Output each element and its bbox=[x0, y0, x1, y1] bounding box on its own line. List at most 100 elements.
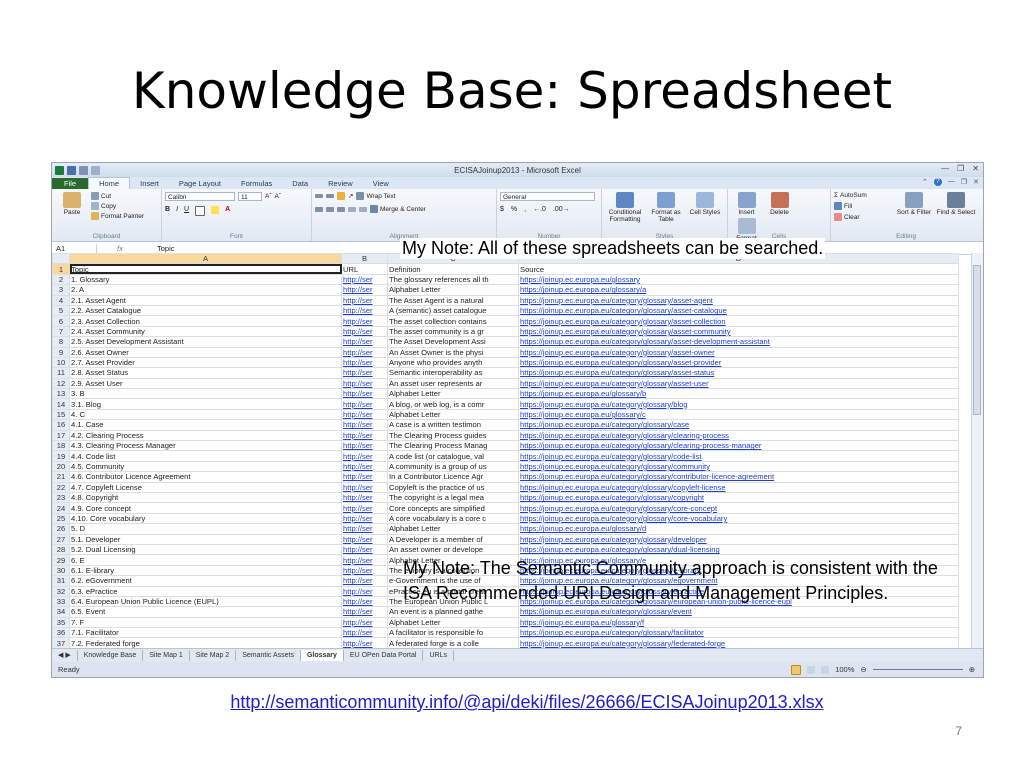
row-number[interactable]: 5 bbox=[52, 304, 70, 317]
row-number[interactable]: 15 bbox=[52, 408, 70, 421]
row-number[interactable]: 17 bbox=[52, 429, 70, 442]
sheet-tab[interactable]: URLs bbox=[423, 650, 454, 661]
cell[interactable]: https://joinup.ec.europa.eu/glossary/d bbox=[518, 523, 959, 535]
cell[interactable]: http://ser bbox=[341, 429, 388, 442]
find-select-button[interactable]: Find & Select bbox=[936, 192, 976, 221]
cell[interactable]: http://ser bbox=[341, 575, 388, 587]
cell[interactable]: https://joinup.ec.europa.eu/category/glo… bbox=[518, 356, 959, 369]
cell[interactable]: http://ser bbox=[341, 450, 388, 462]
cell[interactable]: http://ser bbox=[341, 336, 388, 348]
currency-icon[interactable]: $ bbox=[500, 206, 504, 213]
cell[interactable]: 2.3. Asset Collection bbox=[69, 315, 342, 327]
cell[interactable]: https://joinup.ec.europa.eu/category/glo… bbox=[518, 606, 959, 618]
cell[interactable]: http://ser bbox=[341, 606, 388, 618]
insert-cells-button[interactable]: Insert bbox=[731, 192, 762, 216]
sheet-tab[interactable]: Site Map 1 bbox=[143, 650, 190, 661]
cell[interactable]: http://ser bbox=[341, 273, 388, 286]
zoom-slider[interactable] bbox=[872, 669, 963, 670]
underline-icon[interactable]: U bbox=[184, 206, 189, 216]
row-number[interactable]: 9 bbox=[52, 346, 70, 358]
function-icon[interactable]: fx bbox=[97, 244, 157, 253]
fill-button[interactable]: Fill bbox=[834, 202, 892, 210]
cell[interactable]: Alphabet Letter bbox=[387, 388, 519, 400]
row-number[interactable]: 4 bbox=[52, 294, 70, 306]
source-file-link[interactable]: http://semanticommunity.info/@api/deki/f… bbox=[0, 692, 1024, 713]
font-name-select[interactable]: Calibri bbox=[165, 192, 235, 201]
scroll-thumb[interactable] bbox=[973, 265, 981, 415]
cell[interactable]: 2.6. Asset Owner bbox=[69, 346, 342, 358]
cell[interactable]: 6.2. eGovernment bbox=[69, 575, 342, 587]
cell[interactable]: Anyone who provides anyth bbox=[387, 356, 519, 369]
page-layout-view-icon[interactable] bbox=[807, 665, 816, 674]
wrap-text-button[interactable]: Wrap Text bbox=[356, 192, 395, 200]
cell[interactable]: http://ser bbox=[341, 284, 388, 296]
cell[interactable]: http://ser bbox=[341, 346, 388, 358]
cell[interactable]: http://ser bbox=[341, 367, 388, 379]
sheet-tab[interactable]: Semantic Assets bbox=[236, 650, 301, 661]
cell[interactable]: https://joinup.ec.europa.eu/category/glo… bbox=[518, 471, 959, 483]
cell[interactable]: 4.4. Code list bbox=[69, 450, 342, 462]
cell[interactable]: https://joinup.ec.europa.eu/category/glo… bbox=[518, 367, 959, 379]
cell[interactable]: http://ser bbox=[341, 616, 388, 629]
row-number[interactable]: 27 bbox=[52, 533, 70, 545]
row-number[interactable]: 3 bbox=[52, 284, 70, 296]
align-middle-icon[interactable] bbox=[326, 194, 334, 198]
row-number[interactable]: 25 bbox=[52, 512, 70, 525]
name-box[interactable]: A1 bbox=[52, 243, 97, 253]
cell[interactable]: Topic bbox=[69, 263, 342, 275]
cell[interactable]: http://ser bbox=[341, 491, 388, 504]
cell[interactable]: An Asset Owner is the physi bbox=[387, 346, 519, 358]
help-icon[interactable]: ? bbox=[933, 178, 942, 186]
row-number[interactable]: 29 bbox=[52, 554, 70, 566]
cell[interactable]: A community is a group of us bbox=[387, 460, 519, 473]
cell[interactable]: The asset collection contains bbox=[387, 315, 519, 327]
row-number[interactable]: 24 bbox=[52, 502, 70, 514]
cell[interactable]: https://joinup.ec.europa.eu/category/glo… bbox=[518, 336, 959, 348]
cell[interactable]: https://joinup.ec.europa.eu/category/glo… bbox=[518, 491, 959, 504]
cell[interactable]: http://ser bbox=[341, 440, 388, 452]
zoom-in-icon[interactable]: ⊕ bbox=[969, 665, 975, 674]
cell[interactable]: Definition bbox=[387, 263, 519, 275]
comma-icon[interactable]: , bbox=[524, 206, 526, 213]
cell[interactable]: http://ser bbox=[341, 523, 388, 535]
cell[interactable]: 6. E bbox=[69, 554, 342, 566]
tab-data[interactable]: Data bbox=[282, 178, 318, 189]
row-number[interactable]: 26 bbox=[52, 523, 70, 535]
cell[interactable]: 2.2. Asset Catalogue bbox=[69, 304, 342, 317]
cell[interactable]: Semantic interoperability as bbox=[387, 367, 519, 379]
row-number[interactable]: 6 bbox=[52, 315, 70, 327]
row-number[interactable]: 7 bbox=[52, 325, 70, 338]
increase-decimal-icon[interactable]: ←.0 bbox=[533, 206, 546, 213]
column-header-b[interactable]: B bbox=[341, 253, 388, 265]
cell[interactable]: A case is a written testimon bbox=[387, 419, 519, 431]
cell[interactable]: URL bbox=[341, 263, 388, 275]
cell[interactable]: 2.7. Asset Provider bbox=[69, 356, 342, 369]
format-painter-button[interactable]: Format Painter bbox=[91, 212, 144, 220]
cell[interactable]: https://joinup.ec.europa.eu/category/glo… bbox=[518, 502, 959, 514]
cell[interactable]: 4. C bbox=[69, 408, 342, 421]
tab-home[interactable]: Home bbox=[88, 177, 131, 189]
cell[interactable]: https://joinup.ec.europa.eu/category/glo… bbox=[518, 346, 959, 358]
cell[interactable]: Alphabet Letter bbox=[387, 616, 519, 629]
increase-indent-icon[interactable] bbox=[359, 206, 367, 212]
cell[interactable]: Source bbox=[518, 263, 959, 275]
cell[interactable]: https://joinup.ec.europa.eu/category/glo… bbox=[518, 429, 959, 442]
cell[interactable]: 4.7. Copyleft License bbox=[69, 481, 342, 494]
row-number[interactable]: 11 bbox=[52, 367, 70, 379]
cell[interactable]: https://joinup.ec.europa.eu/glossary/b bbox=[518, 388, 959, 400]
cut-button[interactable]: Cut bbox=[91, 192, 144, 200]
align-bottom-icon[interactable] bbox=[337, 192, 345, 200]
cell[interactable]: http://ser bbox=[341, 471, 388, 483]
borders-icon[interactable] bbox=[195, 206, 206, 216]
tab-view[interactable]: View bbox=[363, 178, 399, 189]
sheet-tab[interactable]: Glossary bbox=[300, 650, 344, 661]
cell[interactable]: A facilitator is responsible fo bbox=[387, 627, 519, 639]
cell[interactable]: 6.3. ePractice bbox=[69, 585, 342, 597]
row-number[interactable]: 34 bbox=[52, 606, 70, 618]
cell[interactable]: https://joinup.ec.europa.eu/category/glo… bbox=[518, 440, 959, 452]
cell[interactable]: 6.5. Event bbox=[69, 606, 342, 618]
cell[interactable]: 4.9. Core concept bbox=[69, 502, 342, 514]
cell[interactable]: http://ser bbox=[341, 543, 388, 556]
cell[interactable]: http://ser bbox=[341, 533, 388, 545]
shrink-font-icon[interactable]: Aˇ bbox=[275, 192, 282, 201]
